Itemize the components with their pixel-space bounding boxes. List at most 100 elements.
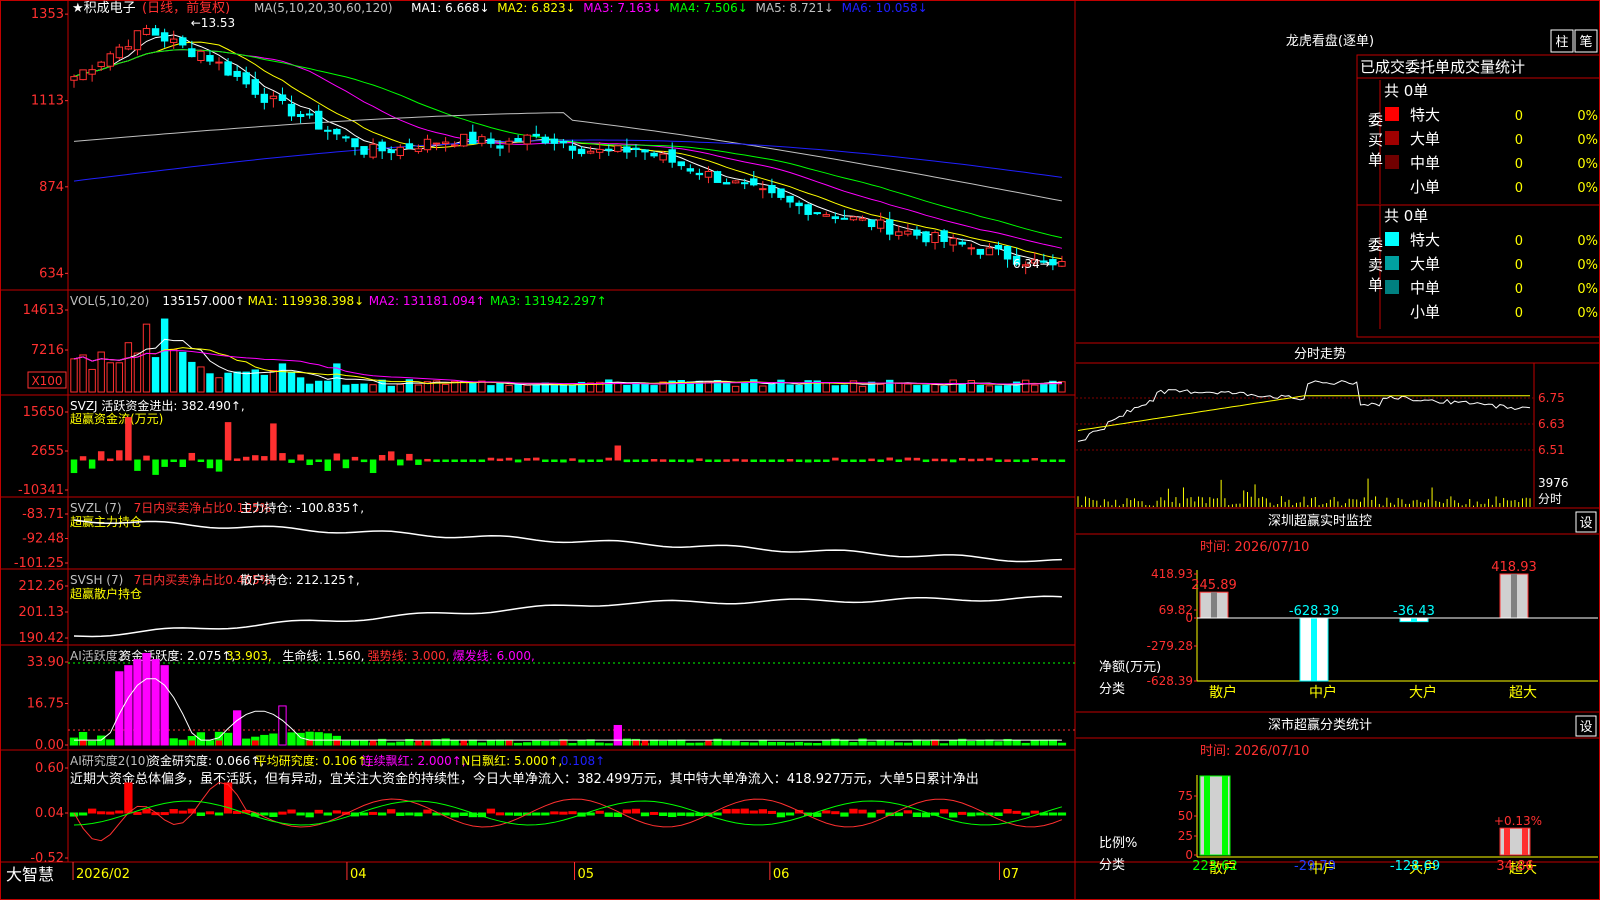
fund-flow-bar [487,457,495,461]
activity-bar [1039,739,1048,746]
ratio-value-label: -29.79 [1294,859,1336,874]
fund-flow-bar [70,459,78,474]
fund-flow-bar [97,451,105,461]
axis-tick: 0.60 [35,761,64,776]
fund-flow-bar [460,459,467,462]
candle-body [623,146,631,153]
research-bar [532,812,541,816]
activity-bar [885,740,894,746]
fund-flow-bar [813,459,821,462]
volume-bar [822,382,830,393]
volume-bar [315,380,323,393]
x-tick-label: 05 [578,867,595,882]
activity-bar [523,742,532,746]
research-bar [87,808,97,814]
settings-label: 设 [1579,720,1592,735]
research-bar [1003,809,1012,814]
intraday-price-line [1077,380,1531,442]
candle-body [315,110,323,130]
fund-flow-bar [532,457,540,461]
activity-bar [387,742,396,746]
fund-flow-bar [886,457,893,461]
candle-body [559,140,568,144]
candle-body [677,161,685,167]
candle-body [233,70,241,77]
volume-bar [994,385,1003,393]
research-bar [160,812,169,816]
candle-body [750,178,758,186]
category-label: 散户 [1209,684,1237,701]
research-bar [776,812,786,818]
candle-body [251,79,259,95]
panel-title: 深市超赢分类统计 [1268,717,1372,733]
candle-body [1003,245,1012,260]
price-legend-item: MA4: 7.506↓ [669,1,747,15]
fund-flow-bar [197,459,205,462]
panel-legend-item: MA1: 119938.398↓ [248,294,365,308]
axis-tick: 190.42 [19,631,65,646]
volume-bar [967,379,976,393]
fund-flow-bar [451,459,458,462]
lhb-row-count: 0 [1515,133,1523,148]
research-bar [822,810,831,814]
research-bar [631,808,641,814]
activity-bar [133,659,142,746]
activity-bar [124,665,133,746]
ratio-top-label: +0.13% [1494,814,1542,828]
activity-red-mark [560,740,567,746]
candle-body [188,48,196,58]
panel-x-label: 分类 [1099,858,1125,873]
volume-bar [396,383,404,393]
candle-body [577,148,586,155]
fund-flow-bar [958,457,966,461]
candle-body [686,168,695,172]
volume-bar [224,372,232,393]
lhb-row-count: 0 [1515,109,1523,124]
research-bar [169,809,178,814]
fund-flow-bar [542,459,549,462]
axis-tick: 14613 [23,303,64,318]
candle-body [595,148,604,153]
activity-bar [532,740,541,746]
volume-bar [151,357,160,393]
ratio-bar-edge [1204,776,1210,855]
volume-bar [940,385,948,393]
activity-red-mark [215,740,223,746]
fund-flow-bar [895,459,903,462]
fund-flow-bar [741,459,748,462]
candle-body [106,53,114,67]
candle-body [215,61,223,64]
price-legend-item: MA2: 6.823↓ [497,1,575,15]
research-bar [649,811,659,815]
volume-bar [351,383,359,393]
activity-bar [803,742,813,746]
volume-bar [441,383,450,393]
volume-bar [505,384,513,393]
activity-bar [985,739,994,746]
candle-body [342,136,350,139]
panel-legend-item: 散户持仓: 212.125↑, [240,572,359,587]
axis-tick: 201.13 [19,605,65,620]
volume-bar [931,384,939,393]
research-bar [767,810,777,814]
activity-bar [677,739,686,746]
activity-bar [949,740,958,746]
fund-flow-bar [170,459,177,462]
volume-bar [1021,379,1030,393]
panel-tick: 25 [1178,829,1193,843]
volume-bar [949,379,957,393]
fund-flow-bar [832,457,839,461]
fund-flow-bar [387,451,395,461]
volume-bar [242,371,250,393]
candle-body [414,148,423,152]
volume-bar [106,362,114,393]
activity-bar [541,741,550,746]
lhb-title: 龙虎看盘(逐单) [1286,33,1374,49]
activity-bar [477,742,487,746]
fund-flow-bar [270,423,277,461]
research-bar [1030,810,1039,814]
axis-tick: -92.48 [22,532,64,547]
stock-chart-canvas[interactable]: 1353 1113 874 634 ←13.53 6.34→ ★积成电子 (日线，前复权) MA… [0,0,1600,900]
candle-body [324,129,332,132]
panel-tick: 0 [1185,611,1193,625]
